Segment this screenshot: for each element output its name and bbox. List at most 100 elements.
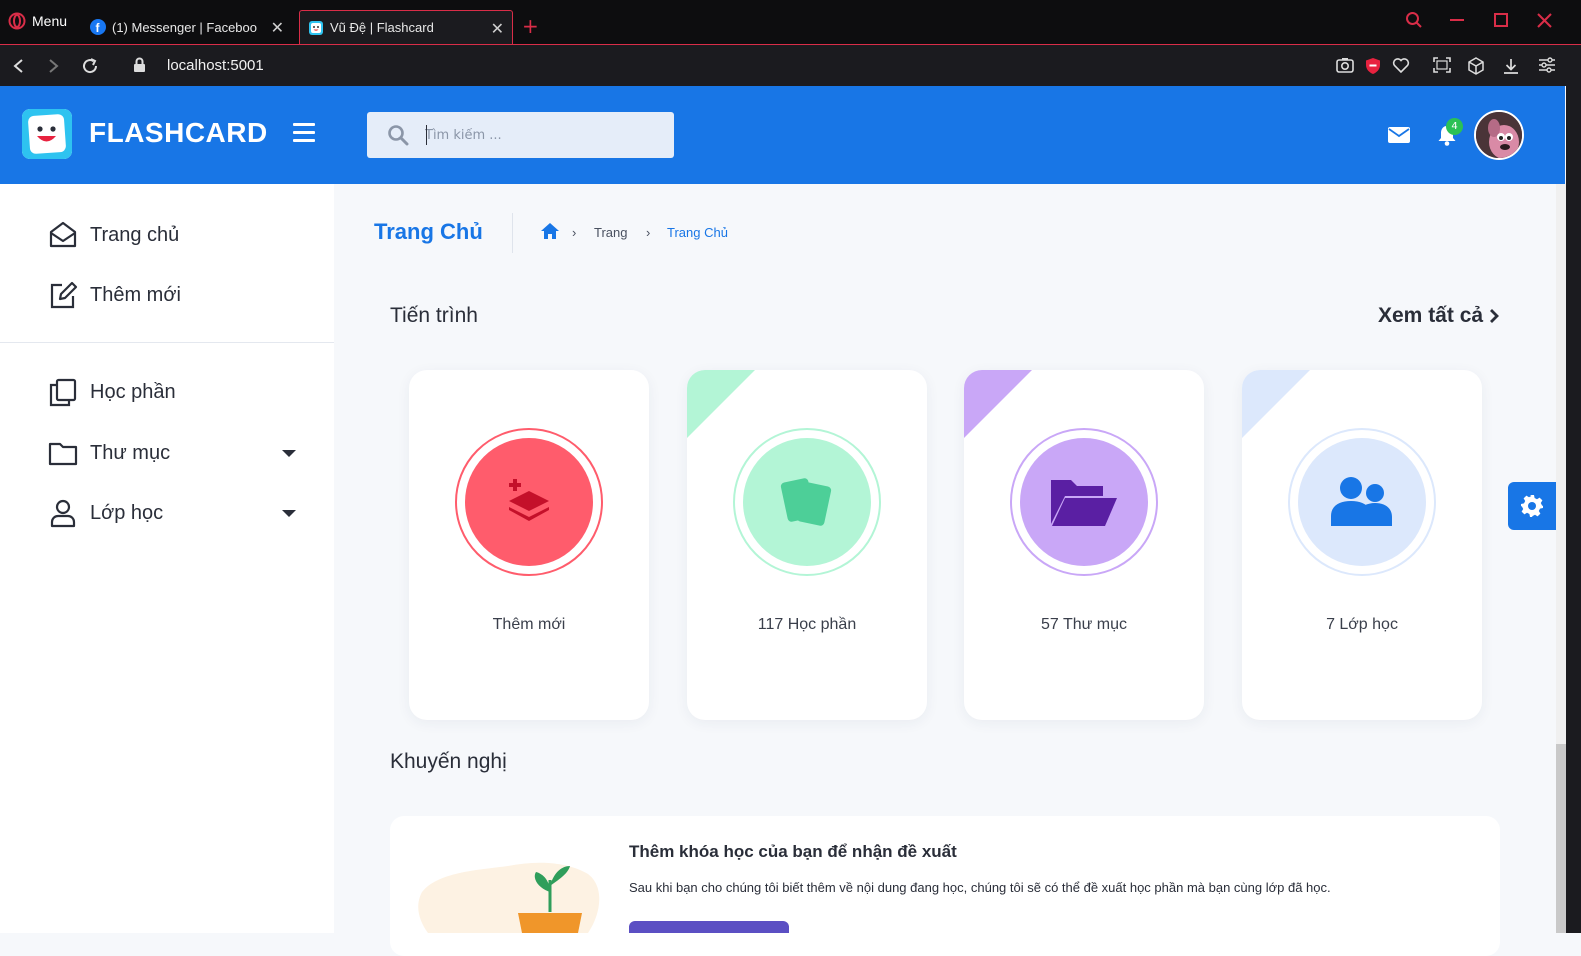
- search-tabs-icon[interactable]: [1405, 11, 1423, 29]
- progress-section-title: Tiến trình: [390, 304, 478, 327]
- add-course-button[interactable]: [629, 921, 789, 933]
- sidebar-item-home[interactable]: Trang chủ: [48, 220, 179, 250]
- card-study-sets[interactable]: 117 Học phần: [687, 370, 927, 720]
- home-icon[interactable]: [540, 222, 560, 240]
- search-box[interactable]: [367, 112, 674, 158]
- avatar-image: [1476, 112, 1522, 158]
- url-field[interactable]: localhost:5001: [167, 57, 264, 74]
- forward-icon[interactable]: [46, 58, 60, 74]
- notification-badge: 4: [1446, 118, 1463, 135]
- card-classes[interactable]: 7 Lớp học: [1242, 370, 1482, 720]
- see-all-label: Xem tất cả: [1378, 304, 1484, 327]
- card-corner-accent: [964, 370, 1032, 438]
- add-layers-icon: [509, 479, 549, 521]
- flashcard-logo-icon: [22, 109, 72, 159]
- tab-title: Vũ Đệ | Flashcard: [330, 20, 434, 35]
- download-icon[interactable]: [1502, 57, 1520, 75]
- sidebar-item-label: Thêm mới: [90, 283, 181, 306]
- search-input[interactable]: [425, 124, 655, 146]
- easy-setup-icon[interactable]: [1538, 57, 1556, 73]
- extensions-cube-icon[interactable]: [1467, 57, 1485, 75]
- plant-illustration: [418, 862, 600, 933]
- breadcrumb-divider: [512, 213, 513, 253]
- sidebar-item-study-sets[interactable]: Học phần: [48, 377, 176, 407]
- tab-title: (1) Messenger | Faceboo: [112, 19, 257, 35]
- sidebar-item-classes[interactable]: Lớp học: [48, 498, 163, 528]
- text-cursor: [426, 125, 427, 145]
- card-icon-disc: [1298, 438, 1426, 566]
- breadcrumb-separator: ›: [646, 225, 651, 240]
- folder-icon: [48, 442, 78, 466]
- breadcrumb-current: Trang Chủ: [667, 225, 728, 240]
- sidebar-item-label: Học phần: [90, 380, 176, 403]
- flashcard-favicon-icon: [309, 20, 323, 35]
- card-label: 57 Thư mục: [1040, 616, 1127, 633]
- tab-flashcard[interactable]: Vũ Đệ | Flashcard ✕: [299, 10, 513, 44]
- edit-icon: [50, 281, 78, 309]
- card-folders[interactable]: 57 Thư mục: [964, 370, 1204, 720]
- new-tab-icon[interactable]: +: [522, 14, 539, 38]
- breadcrumb-item[interactable]: Trang: [594, 225, 627, 240]
- lock-icon: [134, 57, 145, 72]
- recommendation-description: Sau khi bạn cho chúng tôi biết thêm về n…: [629, 880, 1331, 895]
- avatar[interactable]: [1474, 110, 1524, 160]
- hamburger-line: [293, 139, 315, 142]
- recommendation-title: Thêm khóa học của bạn để nhận đề xuất: [629, 842, 957, 861]
- sidebar-item-add-new[interactable]: Thêm mới: [48, 280, 181, 310]
- sidebar-item-label: Lớp học: [90, 501, 164, 524]
- card-icon-disc: [743, 438, 871, 566]
- facebook-icon: f: [90, 19, 106, 35]
- sidebar: Trang chủ Thêm mới Học phần Thư mục Lớp …: [0, 184, 334, 933]
- sidebar-toggle-button[interactable]: [293, 123, 315, 147]
- page-title: Trang Chủ: [374, 219, 483, 244]
- chevron-down-icon[interactable]: [282, 450, 296, 457]
- browser-menu-button[interactable]: Menu: [8, 12, 67, 30]
- close-window-icon[interactable]: [1537, 13, 1552, 28]
- flashcard-logo[interactable]: [22, 109, 72, 159]
- card-icon-ring: [455, 428, 603, 576]
- breadcrumb-separator: ›: [572, 225, 577, 240]
- user-icon: [50, 499, 76, 528]
- card-icon-ring: [1288, 428, 1436, 576]
- chevron-right-icon: [1490, 309, 1500, 323]
- browser-address-bar: localhost:5001: [0, 44, 1581, 86]
- browser-tab-bar: Menu f (1) Messenger | Faceboo ✕ Vũ Đệ |…: [0, 0, 1581, 44]
- browser-sidebar-edge: [1566, 86, 1581, 933]
- scrollbar-thumb[interactable]: [1556, 744, 1566, 933]
- close-tab-icon[interactable]: ✕: [271, 18, 284, 38]
- folder-open-icon: [1051, 480, 1117, 526]
- card-corner-accent: [1242, 370, 1310, 438]
- heart-icon[interactable]: [1392, 57, 1410, 73]
- browser-menu-label: Menu: [32, 13, 68, 29]
- maximize-icon[interactable]: [1494, 13, 1509, 28]
- adblock-shield-icon[interactable]: [1365, 57, 1381, 75]
- reload-icon[interactable]: [81, 57, 99, 75]
- screen-capture-icon[interactable]: [1433, 57, 1451, 73]
- sidebar-item-label: Thư mục: [90, 441, 171, 464]
- opera-logo-icon: [8, 12, 26, 30]
- gear-icon: [1521, 495, 1543, 517]
- snapshot-icon[interactable]: [1336, 57, 1354, 73]
- copy-icon: [49, 378, 77, 407]
- sidebar-item-folders[interactable]: Thư mục: [48, 438, 170, 468]
- sidebar-item-label: Trang chủ: [90, 223, 180, 246]
- brand-name[interactable]: FLASHCARD: [89, 117, 268, 149]
- settings-panel-toggle[interactable]: [1508, 482, 1556, 530]
- close-tab-icon[interactable]: ✕: [491, 19, 504, 39]
- recommend-section-title: Khuyến nghị: [390, 750, 507, 773]
- card-icon-disc: [465, 438, 593, 566]
- users-icon: [1331, 477, 1392, 526]
- card-add-new[interactable]: Thêm mới: [409, 370, 649, 720]
- back-icon[interactable]: [12, 58, 26, 74]
- see-all-link[interactable]: Xem tất cả: [1378, 304, 1500, 328]
- card-icon-disc: [1020, 438, 1148, 566]
- card-label: 7 Lớp học: [1326, 616, 1398, 633]
- minimize-icon[interactable]: [1450, 18, 1466, 22]
- card-icon-ring: [1010, 428, 1158, 576]
- chevron-down-icon[interactable]: [282, 510, 296, 517]
- home-envelope-icon: [49, 221, 77, 248]
- card-icon-ring: [733, 428, 881, 576]
- hamburger-line: [293, 123, 315, 126]
- tab-messenger[interactable]: f (1) Messenger | Faceboo ✕: [82, 10, 292, 44]
- mail-icon[interactable]: [1388, 127, 1410, 143]
